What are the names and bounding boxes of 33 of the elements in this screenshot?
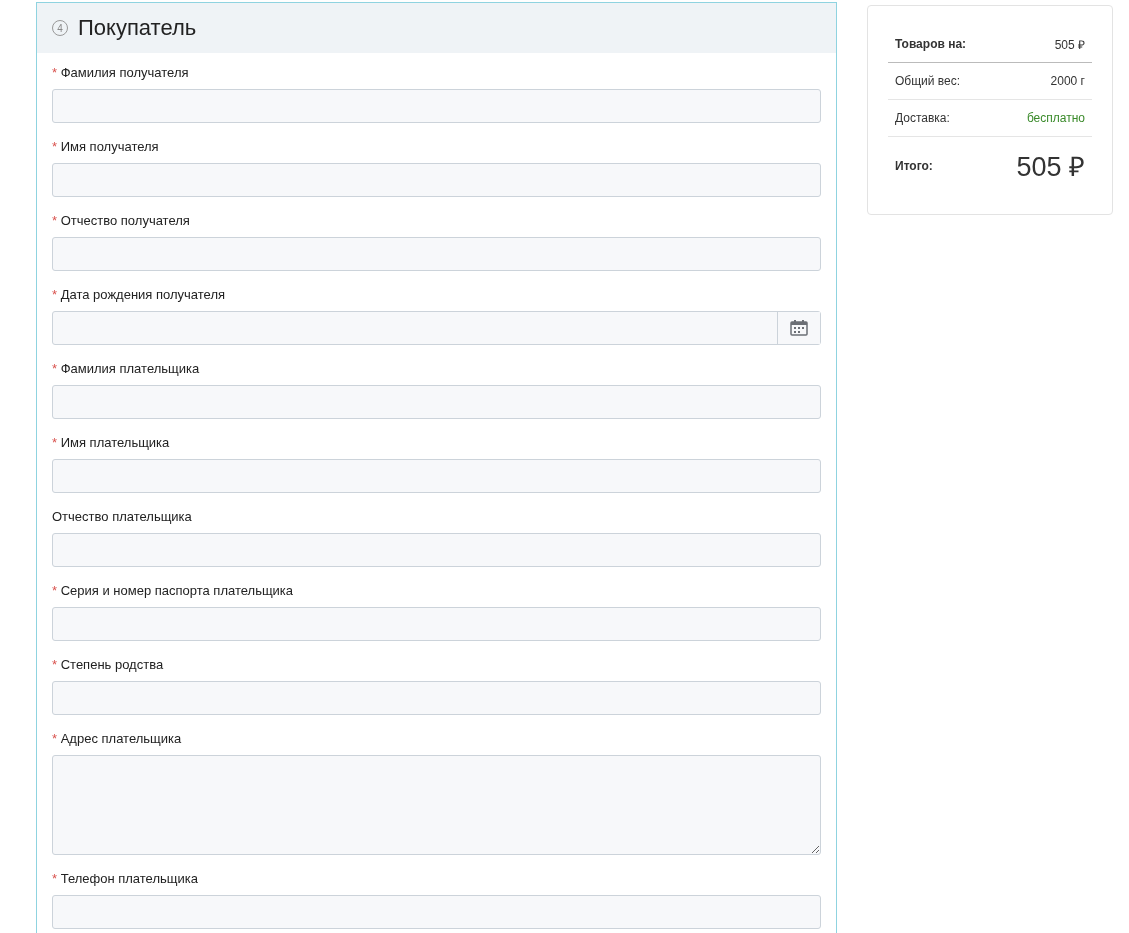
input-field[interactable] <box>52 533 821 567</box>
field-label: * Телефон плательщика <box>52 871 199 887</box>
input-field[interactable] <box>52 459 821 493</box>
date-field[interactable] <box>52 311 821 345</box>
input-field[interactable] <box>52 681 821 715</box>
summary-label: Общий вес: <box>895 74 961 88</box>
input-field[interactable] <box>52 89 821 123</box>
field-label: * Серия и номер паспорта плательщика <box>52 583 295 599</box>
text-area[interactable] <box>52 755 821 855</box>
input-field[interactable] <box>52 895 821 929</box>
section-title: Покупатель <box>78 15 197 41</box>
summary-value: 505 ₽ <box>1054 36 1085 53</box>
summary-label: Итого: <box>895 158 933 173</box>
summary-label: Доставка: <box>895 111 950 125</box>
summary-value: бесплатно <box>1026 111 1085 125</box>
field-label: * Фамилия плательщика <box>52 361 201 377</box>
field-label: * Дата рождения получателя <box>52 287 227 303</box>
field-label: * Имя получателя <box>52 139 160 155</box>
input-field[interactable] <box>52 385 821 419</box>
summary-value: 2000 г <box>1050 74 1085 88</box>
field-label: * Степень родства <box>52 657 165 673</box>
calendar-button[interactable] <box>777 312 820 344</box>
field-label: Отчество плательщика <box>52 509 193 525</box>
input-field[interactable] <box>52 163 821 197</box>
field-label: * Имя плательщика <box>52 435 171 451</box>
field-label: * Адрес плательщика <box>52 731 183 747</box>
summary-value: 505 ₽ <box>1016 151 1085 184</box>
calendar-icon <box>790 320 808 336</box>
summary-label: Товаров на: <box>895 37 967 51</box>
input-field[interactable] <box>52 237 821 271</box>
field-label: * Фамилия получателя <box>52 65 190 81</box>
field-label: * Отчество получателя <box>52 213 191 229</box>
input-field[interactable] <box>52 607 821 641</box>
